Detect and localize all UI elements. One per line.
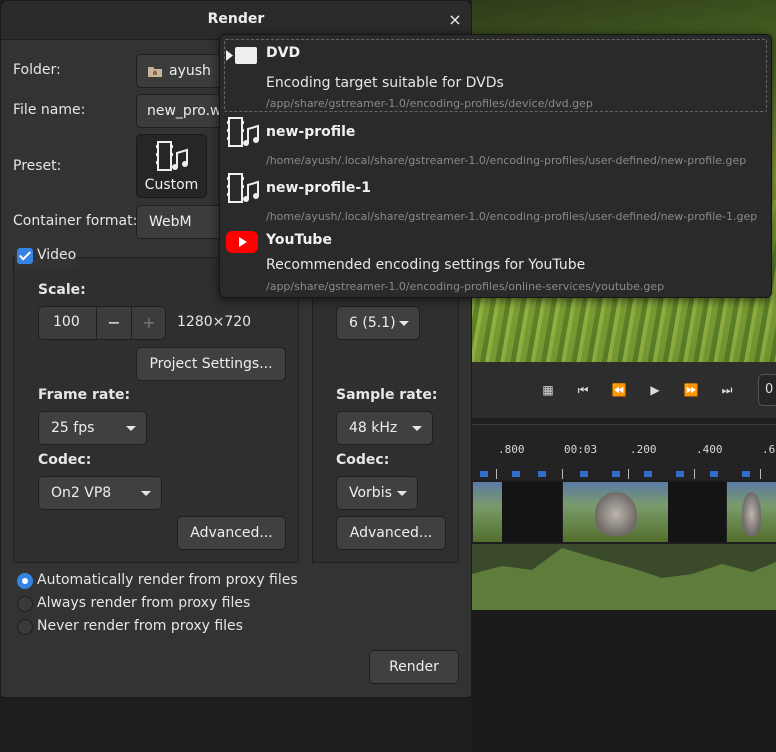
preset-item-path: /app/share/gstreamer-1.0/encoding-profil… <box>266 97 593 110</box>
video-checkbox[interactable] <box>17 248 33 264</box>
audio-channels-value: 6 (5.1) <box>349 315 396 331</box>
folder-value: ayush <box>169 63 211 79</box>
skip-end-icon[interactable]: ⏭ <box>717 380 737 400</box>
audio-waveform <box>472 548 776 610</box>
filename-label: File name: <box>13 102 86 118</box>
dvd-icon <box>226 47 257 64</box>
ruler-label: .200 <box>630 443 657 456</box>
video-checkbox-label: Video <box>37 247 77 263</box>
youtube-icon <box>226 231 258 253</box>
ruler-label: .800 <box>498 443 525 456</box>
audio-codec-select[interactable]: Vorbis <box>336 476 418 510</box>
video-codec-label: Codec: <box>38 452 92 468</box>
preset-item-description: Encoding target suitable for DVDs <box>266 75 504 91</box>
proxy-never-label: Never render from proxy files <box>37 618 243 634</box>
preset-item-path: /home/ayush/.local/share/gstreamer-1.0/e… <box>266 154 747 167</box>
chevron-down-icon <box>141 491 151 496</box>
sample-rate-select[interactable]: 48 kHz <box>336 411 433 445</box>
scale-spinner[interactable]: 100 − + <box>38 306 166 340</box>
film-music-icon <box>227 173 259 203</box>
sample-rate-label: Sample rate: <box>336 387 438 403</box>
video-track[interactable] <box>472 482 776 542</box>
audio-track[interactable] <box>472 544 776 610</box>
preset-item-new-profile[interactable]: new-profile /home/ayush/.local/share/gst… <box>224 115 767 169</box>
film-music-icon <box>156 141 188 171</box>
video-codec-select[interactable]: On2 VP8 <box>38 476 162 510</box>
proxy-never-radio[interactable] <box>17 619 33 635</box>
skip-start-icon[interactable]: ⏮ <box>573 380 593 400</box>
frame-rate-value: 25 fps <box>51 420 95 436</box>
video-codec-value: On2 VP8 <box>51 485 112 501</box>
project-settings-button[interactable]: Project Settings... <box>136 347 286 381</box>
proxy-always-label: Always render from proxy files <box>37 595 251 611</box>
ruler-label: .400 <box>696 443 723 456</box>
timecode-field[interactable]: 0 <box>758 374 776 406</box>
app-root: ▦ ⏮ ⏪ ▶ ⏩ ⏭ 0 .800 00:03 .200 .400 .60 R… <box>0 0 776 752</box>
scale-value: 100 <box>53 314 80 330</box>
preset-item-title: new-profile-1 <box>266 180 371 196</box>
frame-rate-select[interactable]: 25 fps <box>38 411 147 445</box>
fast-forward-icon[interactable]: ⏩ <box>681 380 701 400</box>
render-button[interactable]: Render <box>369 650 459 684</box>
timeline-empty-area <box>472 610 776 752</box>
preset-item-path: /home/ayush/.local/share/gstreamer-1.0/e… <box>266 210 758 223</box>
play-icon[interactable]: ▶ <box>645 380 665 400</box>
timeline-ruler[interactable]: .800 00:03 .200 .400 .60 <box>472 424 776 480</box>
dialog-title: Render <box>207 11 265 27</box>
audio-codec-label: Codec: <box>336 452 390 468</box>
rewind-icon[interactable]: ⏪ <box>609 380 629 400</box>
video-clip[interactable] <box>472 482 502 542</box>
scale-increment-button[interactable]: + <box>131 307 166 339</box>
chevron-down-icon <box>399 321 409 326</box>
preset-popover: DVD Encoding target suitable for DVDs /a… <box>219 34 772 298</box>
sample-rate-value: 48 kHz <box>349 420 398 436</box>
preset-item-title: YouTube <box>266 232 332 248</box>
chevron-down-icon <box>397 491 407 496</box>
resolution-text: 1280×720 <box>177 314 252 330</box>
proxy-auto-radio[interactable] <box>17 573 33 589</box>
preset-item-dvd[interactable]: DVD Encoding target suitable for DVDs /a… <box>224 39 767 112</box>
preset-label: Preset: <box>13 158 62 174</box>
preset-item-title: DVD <box>266 45 301 61</box>
home-folder-icon <box>148 67 162 77</box>
ruler-label: .60 <box>762 443 776 456</box>
preset-item-new-profile-1[interactable]: new-profile-1 /home/ayush/.local/share/g… <box>224 171 767 225</box>
film-music-icon <box>227 117 259 147</box>
preset-item-path: /app/share/gstreamer-1.0/encoding-profil… <box>266 280 665 293</box>
audio-channels-select[interactable]: 6 (5.1) <box>336 306 420 340</box>
chevron-down-icon <box>126 426 136 431</box>
scale-decrement-button[interactable]: − <box>96 307 131 339</box>
proxy-always-radio[interactable] <box>17 596 33 612</box>
folder-label: Folder: <box>13 62 61 78</box>
preset-value: Custom <box>144 177 199 193</box>
video-clip[interactable] <box>726 482 776 542</box>
preset-item-description: Recommended encoding settings for YouTub… <box>266 257 586 273</box>
ruler-label: 00:03 <box>564 443 598 456</box>
container-format-label: Container format: <box>13 213 138 229</box>
chevron-down-icon <box>412 426 422 431</box>
grid-icon[interactable]: ▦ <box>538 380 558 400</box>
preset-button[interactable]: Custom <box>136 134 207 198</box>
video-advanced-button[interactable]: Advanced... <box>177 516 286 550</box>
close-icon[interactable]: × <box>445 9 465 31</box>
preset-item-youtube[interactable]: YouTube Recommended encoding settings fo… <box>224 227 767 295</box>
scale-label: Scale: <box>38 282 86 298</box>
preset-item-title: new-profile <box>266 124 356 140</box>
video-clip[interactable] <box>562 482 668 542</box>
frame-rate-label: Frame rate: <box>38 387 131 403</box>
transport-bar: ▦ ⏮ ⏪ ▶ ⏩ ⏭ <box>472 362 776 418</box>
audio-codec-value: Vorbis <box>349 485 392 501</box>
proxy-auto-label: Automatically render from proxy files <box>37 572 298 588</box>
audio-advanced-button[interactable]: Advanced... <box>336 516 446 550</box>
